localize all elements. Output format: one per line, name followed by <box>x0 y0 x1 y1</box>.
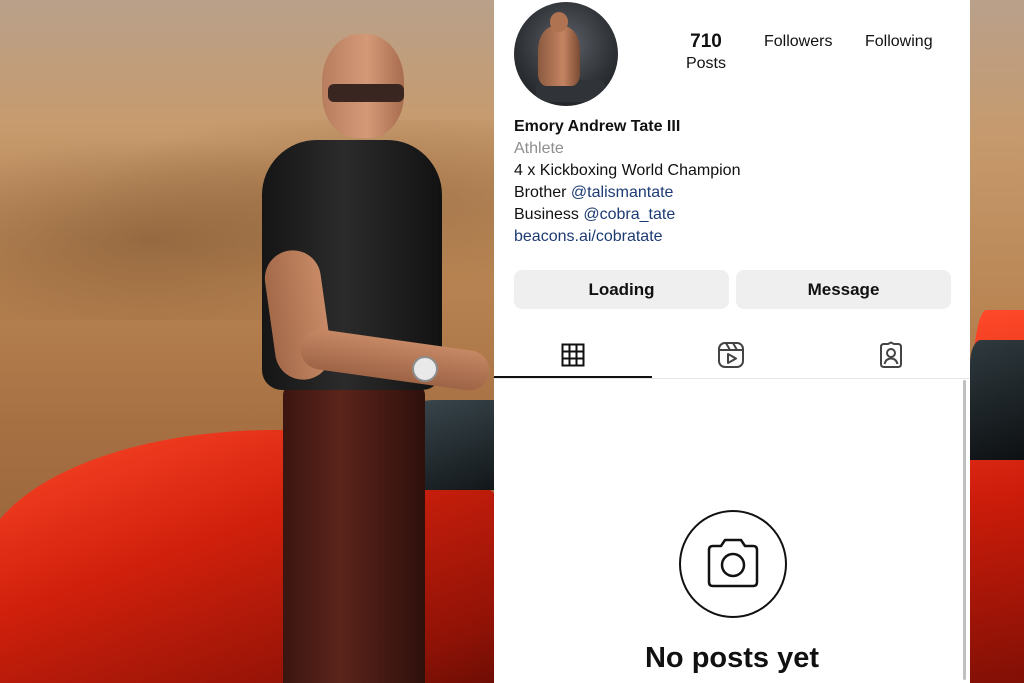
bio-line-2: Brother @talismantate <box>514 182 954 204</box>
camera-circle <box>679 510 787 618</box>
person-trousers <box>283 385 425 683</box>
following-stat[interactable]: Following <box>865 31 933 53</box>
mention-talismantate[interactable]: @talismantate <box>571 184 674 201</box>
car-window-edge <box>970 340 1024 460</box>
posts-stat[interactable]: 710 Posts <box>674 31 738 75</box>
empty-state-title: No posts yet <box>644 642 820 674</box>
tab-reels[interactable] <box>652 332 810 378</box>
bio-line-1: 4 x Kickboxing World Champion <box>514 162 741 179</box>
avatar[interactable] <box>514 2 618 106</box>
profile-panel: 710 Posts Followers Following Emory Andr… <box>494 0 970 683</box>
tagged-icon <box>880 341 902 368</box>
message-button[interactable]: Message <box>736 270 951 309</box>
mention-cobra-tate[interactable]: @cobra_tate <box>583 206 675 223</box>
empty-state: No posts yet <box>494 378 964 683</box>
sunglasses <box>328 84 404 102</box>
grid-icon <box>561 343 585 367</box>
bio: Emory Andrew Tate III Athlete 4 x Kickbo… <box>514 116 954 248</box>
bio-line-2-prefix: Brother <box>514 184 567 201</box>
bio-line-3-prefix: Business <box>514 206 579 223</box>
background-photo-left <box>0 0 494 683</box>
posts-label: Posts <box>685 55 726 72</box>
scrollbar[interactable] <box>963 380 966 680</box>
posts-count: 710 <box>690 31 722 52</box>
followers-stat[interactable]: Followers <box>764 31 832 53</box>
tab-tagged[interactable] <box>812 332 970 378</box>
website-link[interactable]: beacons.ai/cobratate <box>514 226 954 248</box>
loading-button[interactable]: Loading <box>514 270 729 309</box>
camera-icon <box>707 538 759 588</box>
bio-line-3: Business @cobra_tate <box>514 204 954 226</box>
profile-name: Emory Andrew Tate III <box>514 118 681 135</box>
reels-icon <box>718 342 744 368</box>
profile-tabs <box>494 332 970 379</box>
avatar-head <box>550 12 568 32</box>
background-photo-right <box>970 0 1024 683</box>
wristwatch <box>412 356 438 382</box>
tab-posts-grid[interactable] <box>494 332 652 378</box>
avatar-person <box>538 26 580 86</box>
profile-category: Athlete <box>514 140 564 157</box>
